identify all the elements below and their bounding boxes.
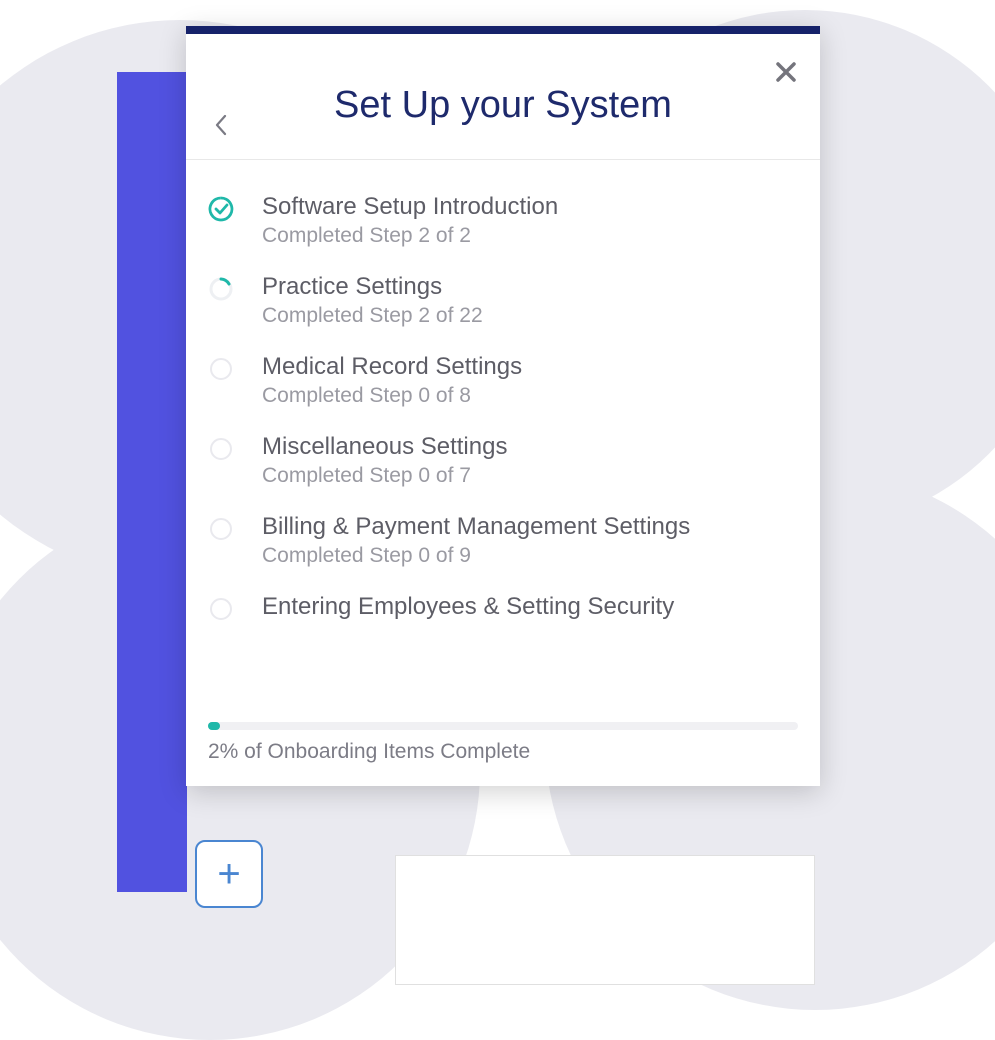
close-icon <box>774 60 798 84</box>
setup-step-employees[interactable]: Entering Employees & Setting Security <box>206 580 790 636</box>
step-subtitle: Completed Step 2 of 2 <box>262 224 790 248</box>
step-title: Medical Record Settings <box>262 352 790 382</box>
chevron-left-icon <box>214 114 228 136</box>
progress-partial-icon <box>206 274 236 304</box>
check-complete-icon <box>206 194 236 224</box>
add-button[interactable]: + <box>195 840 263 908</box>
step-subtitle: Completed Step 2 of 22 <box>262 304 790 328</box>
back-button[interactable] <box>214 112 228 143</box>
setup-steps-list[interactable]: Software Setup Introduction Completed St… <box>186 160 820 712</box>
setup-step-miscellaneous[interactable]: Miscellaneous Settings Completed Step 0 … <box>206 420 790 500</box>
progress-empty-icon <box>206 354 236 384</box>
sidebar-accent <box>117 72 187 892</box>
progress-fill <box>208 722 220 730</box>
progress-empty-icon <box>206 514 236 544</box>
setup-step-software-intro[interactable]: Software Setup Introduction Completed St… <box>206 180 790 260</box>
ghost-card <box>395 855 815 985</box>
setup-modal: Set Up your System Software Setup Introd… <box>186 26 820 786</box>
step-subtitle: Completed Step 0 of 7 <box>262 464 790 488</box>
setup-step-billing[interactable]: Billing & Payment Management Settings Co… <box>206 500 790 580</box>
step-subtitle: Completed Step 0 of 9 <box>262 544 790 568</box>
close-button[interactable] <box>774 56 798 90</box>
step-title: Entering Employees & Setting Security <box>262 592 790 622</box>
modal-footer: 2% of Onboarding Items Complete <box>186 712 820 786</box>
step-subtitle: Completed Step 0 of 8 <box>262 384 790 408</box>
modal-header: Set Up your System <box>186 34 820 160</box>
progress-empty-icon <box>206 594 236 624</box>
step-title: Billing & Payment Management Settings <box>262 512 790 542</box>
setup-step-practice-settings[interactable]: Practice Settings Completed Step 2 of 22 <box>206 260 790 340</box>
modal-title: Set Up your System <box>216 84 790 127</box>
progress-empty-icon <box>206 434 236 464</box>
setup-step-medical-record[interactable]: Medical Record Settings Completed Step 0… <box>206 340 790 420</box>
step-title: Practice Settings <box>262 272 790 302</box>
step-title: Software Setup Introduction <box>262 192 790 222</box>
plus-icon: + <box>217 852 240 897</box>
step-title: Miscellaneous Settings <box>262 432 790 462</box>
progress-label: 2% of Onboarding Items Complete <box>208 740 798 764</box>
progress-bar <box>208 722 798 730</box>
